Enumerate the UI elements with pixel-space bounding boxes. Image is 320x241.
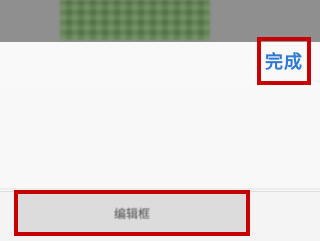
edit-input[interactable]: 编辑框 bbox=[14, 190, 250, 236]
qr-preview bbox=[60, 0, 210, 40]
done-button-label: 完成 bbox=[265, 52, 303, 73]
done-button[interactable]: 完成 bbox=[257, 37, 311, 85]
edit-input-label: 编辑框 bbox=[113, 206, 150, 221]
